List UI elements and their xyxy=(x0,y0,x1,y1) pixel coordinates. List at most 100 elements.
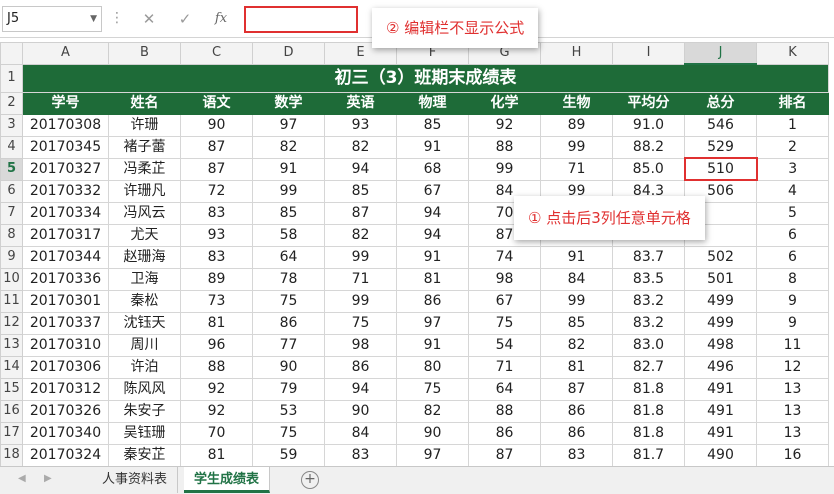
data-cell[interactable]: 85 xyxy=(396,113,469,137)
data-cell[interactable]: 4 xyxy=(756,179,829,203)
data-cell[interactable]: 71 xyxy=(324,267,397,291)
data-cell[interactable]: 20170336 xyxy=(22,267,109,291)
row-header[interactable]: 2 xyxy=(0,91,23,115)
data-cell[interactable]: 秦松 xyxy=(108,289,181,313)
data-cell[interactable]: 81 xyxy=(180,311,253,335)
data-cell[interactable]: 82 xyxy=(396,399,469,423)
data-cell[interactable]: 吴钰珊 xyxy=(108,421,181,445)
row-header[interactable]: 11 xyxy=(0,289,23,313)
data-cell[interactable]: 88 xyxy=(468,135,541,159)
data-cell[interactable]: 83 xyxy=(540,443,613,467)
data-cell[interactable]: 91.0 xyxy=(612,113,685,137)
data-cell[interactable]: 92 xyxy=(180,399,253,423)
data-cell[interactable]: 87 xyxy=(324,201,397,225)
data-cell[interactable]: 81 xyxy=(396,267,469,291)
data-cell[interactable]: 90 xyxy=(396,421,469,445)
close-icon[interactable]: ✕ xyxy=(136,6,162,32)
data-cell[interactable]: 20170334 xyxy=(22,201,109,225)
data-cell[interactable]: 84 xyxy=(324,421,397,445)
data-cell[interactable]: 491 xyxy=(684,399,757,423)
data-cell[interactable]: 94 xyxy=(396,223,469,247)
data-cell[interactable]: 81.8 xyxy=(612,377,685,401)
data-cell[interactable]: 13 xyxy=(756,421,829,445)
data-cell[interactable]: 90 xyxy=(324,399,397,423)
data-cell[interactable]: 20170327 xyxy=(22,157,109,181)
row-header[interactable]: 8 xyxy=(0,223,23,247)
data-cell[interactable]: 13 xyxy=(756,399,829,423)
column-title-cell[interactable]: 平均分 xyxy=(612,91,685,115)
data-cell[interactable]: 491 xyxy=(684,421,757,445)
data-cell[interactable]: 68 xyxy=(396,157,469,181)
add-sheet-icon[interactable]: + xyxy=(301,471,319,489)
column-header[interactable]: K xyxy=(756,42,829,65)
row-header[interactable]: 10 xyxy=(0,267,23,291)
data-cell[interactable]: 81.8 xyxy=(612,399,685,423)
data-cell[interactable]: 94 xyxy=(324,377,397,401)
data-cell[interactable]: 83 xyxy=(180,201,253,225)
data-cell[interactable]: 84 xyxy=(540,267,613,291)
name-box[interactable]: J5 ▼ xyxy=(2,6,102,32)
column-title-cell[interactable]: 英语 xyxy=(324,91,397,115)
column-header[interactable]: A xyxy=(22,42,109,65)
formula-input[interactable] xyxy=(244,6,358,33)
data-cell[interactable]: 499 xyxy=(684,289,757,313)
data-cell[interactable]: 99 xyxy=(540,289,613,313)
data-cell[interactable]: 81.8 xyxy=(612,421,685,445)
data-cell[interactable]: 98 xyxy=(324,333,397,357)
column-title-cell[interactable]: 生物 xyxy=(540,91,613,115)
row-header[interactable]: 9 xyxy=(0,245,23,269)
data-cell[interactable]: 87 xyxy=(468,443,541,467)
column-header[interactable]: C xyxy=(180,42,253,65)
active-cell[interactable]: 510 xyxy=(683,157,758,181)
data-cell[interactable]: 20170324 xyxy=(22,443,109,467)
row-header[interactable]: 1 xyxy=(0,63,23,93)
data-cell[interactable]: 9 xyxy=(756,289,829,313)
data-cell[interactable]: 13 xyxy=(756,377,829,401)
data-cell[interactable]: 90 xyxy=(180,113,253,137)
data-cell[interactable]: 64 xyxy=(252,245,325,269)
data-cell[interactable]: 尤天 xyxy=(108,223,181,247)
data-cell[interactable]: 20170306 xyxy=(22,355,109,379)
column-header[interactable]: I xyxy=(612,42,685,65)
data-cell[interactable]: 16 xyxy=(756,443,829,467)
data-cell[interactable]: 褚子蕾 xyxy=(108,135,181,159)
row-header[interactable]: 16 xyxy=(0,399,23,423)
data-cell[interactable]: 80 xyxy=(396,355,469,379)
data-cell[interactable]: 99 xyxy=(468,157,541,181)
data-cell[interactable]: 58 xyxy=(252,223,325,247)
column-header[interactable]: D xyxy=(252,42,325,65)
data-cell[interactable]: 99 xyxy=(252,179,325,203)
data-cell[interactable]: 98 xyxy=(468,267,541,291)
column-title-cell[interactable]: 数学 xyxy=(252,91,325,115)
data-cell[interactable]: 82 xyxy=(324,135,397,159)
data-cell[interactable]: 71 xyxy=(540,157,613,181)
data-cell[interactable]: 75 xyxy=(468,311,541,335)
data-cell[interactable]: 20170340 xyxy=(22,421,109,445)
row-header[interactable]: 7 xyxy=(0,201,23,225)
data-cell[interactable]: 20170308 xyxy=(22,113,109,137)
row-header[interactable]: 6 xyxy=(0,179,23,203)
row-header[interactable]: 13 xyxy=(0,333,23,357)
column-title-cell[interactable]: 排名 xyxy=(756,91,829,115)
data-cell[interactable]: 75 xyxy=(252,421,325,445)
data-cell[interactable]: 92 xyxy=(468,113,541,137)
data-cell[interactable]: 86 xyxy=(540,421,613,445)
data-cell[interactable]: 20170310 xyxy=(22,333,109,357)
data-cell[interactable]: 82 xyxy=(540,333,613,357)
data-cell[interactable]: 491 xyxy=(684,377,757,401)
data-cell[interactable]: 86 xyxy=(540,399,613,423)
row-header[interactable]: 18 xyxy=(0,443,23,467)
data-cell[interactable]: 499 xyxy=(684,311,757,335)
data-cell[interactable]: 546 xyxy=(684,113,757,137)
data-cell[interactable]: 91 xyxy=(396,333,469,357)
data-cell[interactable]: 496 xyxy=(684,355,757,379)
row-header[interactable]: 4 xyxy=(0,135,23,159)
column-title-cell[interactable]: 化学 xyxy=(468,91,541,115)
data-cell[interactable]: 20170326 xyxy=(22,399,109,423)
column-header[interactable]: B xyxy=(108,42,181,65)
sheet-tab[interactable]: 学生成绩表 xyxy=(184,467,271,493)
data-cell[interactable]: 91 xyxy=(396,135,469,159)
data-cell[interactable]: 498 xyxy=(684,333,757,357)
data-cell[interactable]: 陈风风 xyxy=(108,377,181,401)
data-cell[interactable]: 74 xyxy=(468,245,541,269)
